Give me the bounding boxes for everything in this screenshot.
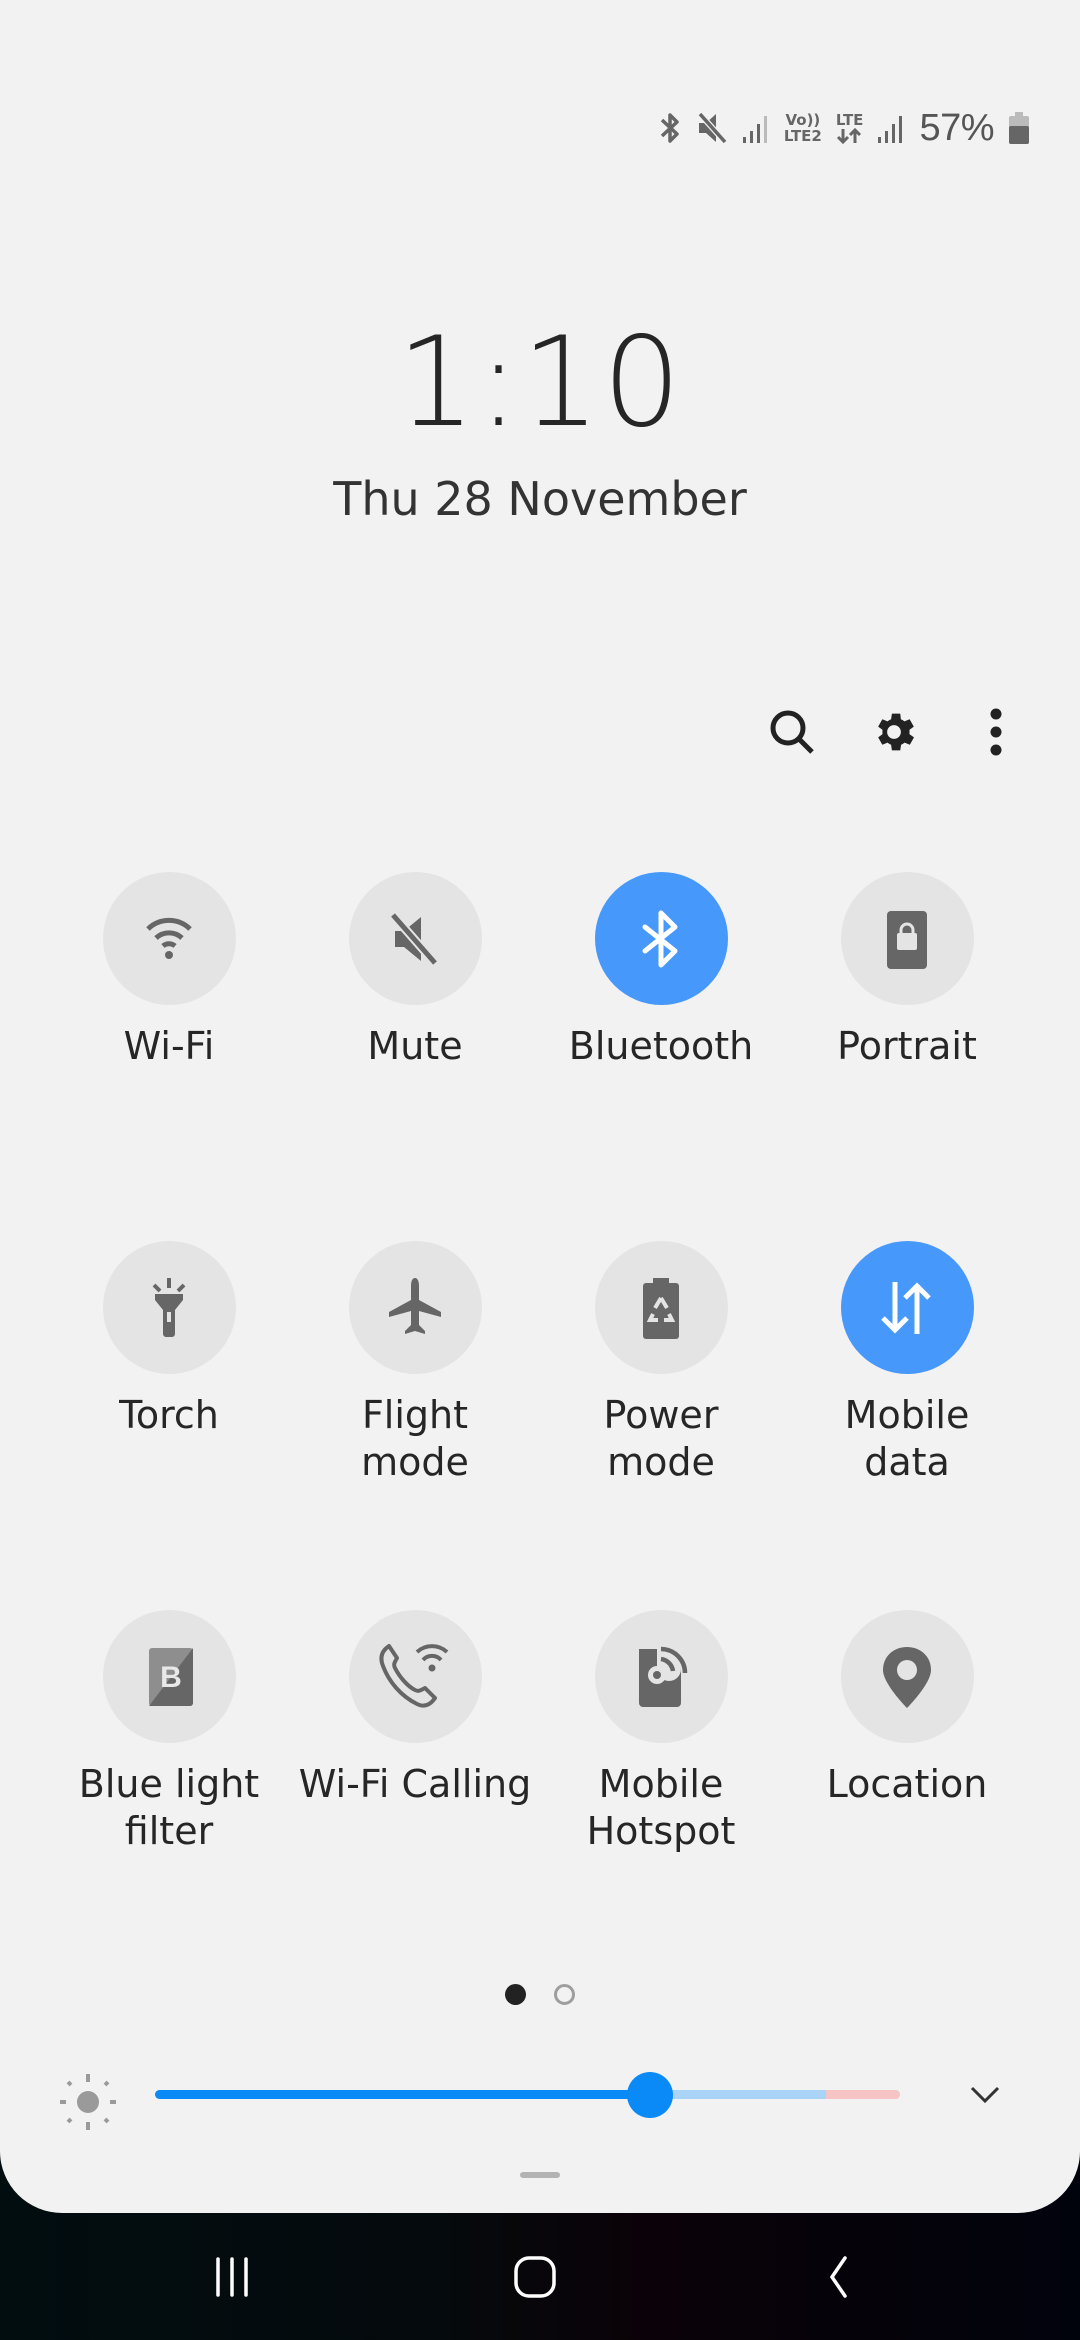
lte-label: LTE (835, 111, 864, 129)
more-options-button[interactable] (964, 700, 1028, 764)
chevron-down-icon (970, 2086, 1000, 2104)
svg-text:B: B (160, 1661, 182, 1694)
torch-icon (139, 1276, 199, 1340)
search-icon (770, 710, 814, 754)
expand-brightness-button[interactable] (960, 2075, 1010, 2115)
tile-label: Portrait (837, 1024, 977, 1068)
tile-label: Mobile Hotspot (586, 1762, 736, 1853)
home-button[interactable] (485, 2237, 585, 2317)
brightness-slider[interactable] (155, 2090, 900, 2099)
tile-toggle-wi-fi-calling[interactable] (348, 1610, 482, 1743)
wifi-icon (139, 909, 199, 969)
recents-icon (216, 2257, 248, 2297)
tile-label: Location (826, 1762, 988, 1806)
tile-toggle-bluetooth[interactable] (594, 872, 728, 1005)
back-button[interactable] (788, 2237, 888, 2317)
tile-flight-mode[interactable]: Flight mode (292, 1241, 538, 1486)
portrait-lock-icon (877, 907, 937, 971)
bluetooth-status-icon (658, 111, 682, 145)
home-icon (514, 2256, 556, 2298)
tile-bluetooth[interactable]: Bluetooth (538, 872, 784, 1070)
brightness-icon (58, 2072, 118, 2137)
navigation-bar (0, 2213, 1080, 2340)
brightness-high-zone (825, 2090, 900, 2099)
tile-mobile-hotspot[interactable]: Mobile Hotspot (538, 1610, 784, 1855)
tile-label: Mute (367, 1024, 463, 1068)
status-bar: Vo)) LTE2 LTE 57% (658, 100, 1030, 156)
clock-date[interactable]: Thu 28 November (0, 472, 1080, 526)
settings-button[interactable] (862, 700, 926, 764)
tile-toggle-flight-mode[interactable] (348, 1241, 482, 1374)
volte-label: Vo)) (785, 111, 821, 129)
tile-location[interactable]: Location (784, 1610, 1030, 1808)
battery-icon (1008, 111, 1030, 145)
brightness-slider-thumb[interactable] (627, 2072, 674, 2118)
brightness-fill (155, 2090, 651, 2099)
quick-settings-panel: Vo)) LTE2 LTE 57% 1:10 Thu 28 November W… (0, 0, 1080, 2213)
tile-mobile-data[interactable]: Mobile data (784, 1241, 1030, 1486)
page-dot-1[interactable] (505, 1984, 526, 2005)
tile-toggle-location[interactable] (840, 1610, 974, 1743)
tile-label: Torch (119, 1393, 219, 1437)
wifi-calling-icon (375, 1642, 455, 1712)
tile-wi-fi-calling[interactable]: Wi-Fi Calling (292, 1610, 538, 1808)
tile-label: Blue light filter (78, 1762, 260, 1853)
back-icon (829, 2256, 847, 2298)
tile-portrait[interactable]: Portrait (784, 872, 1030, 1070)
tile-toggle-wi-fi[interactable] (102, 872, 236, 1005)
airplane-icon (383, 1276, 447, 1340)
tile-toggle-portrait[interactable] (840, 872, 974, 1005)
mute-status-icon (696, 111, 728, 145)
tile-label: Mobile data (844, 1393, 970, 1484)
panel-actions (0, 700, 1080, 760)
panel-drag-handle[interactable] (520, 2172, 560, 2178)
tile-label: Wi-Fi (123, 1024, 215, 1068)
tile-power-mode[interactable]: Power mode (538, 1241, 784, 1486)
tile-label: Power mode (603, 1393, 719, 1484)
page-indicator (0, 1984, 1080, 2006)
hotspot-icon (629, 1645, 693, 1709)
mobile-data-icon (875, 1276, 939, 1340)
blue-light-filter-icon: B (139, 1645, 199, 1709)
recents-button[interactable] (182, 2237, 282, 2317)
lte2-label: LTE2 (783, 127, 822, 145)
tile-toggle-mute[interactable] (348, 872, 482, 1005)
search-button[interactable] (760, 700, 824, 764)
brightness-control (0, 2060, 1080, 2130)
location-icon (877, 1645, 937, 1709)
battery-percent: 57% (919, 106, 994, 149)
tile-label: Wi-Fi Calling (298, 1762, 532, 1806)
settings-icon (878, 713, 914, 751)
tile-wi-fi[interactable]: Wi-Fi (46, 872, 292, 1070)
page-dot-2[interactable] (554, 1984, 575, 2005)
tile-blue-light-filter[interactable]: B Blue light filter (46, 1610, 292, 1855)
tile-toggle-mobile-hotspot[interactable] (594, 1610, 728, 1743)
tile-label: Flight mode (361, 1393, 469, 1484)
bluetooth-icon (631, 907, 691, 971)
signal-strength-1-icon (742, 111, 770, 145)
tile-toggle-torch[interactable] (102, 1241, 236, 1374)
tile-toggle-power-mode[interactable] (594, 1241, 728, 1374)
tile-toggle-mobile-data[interactable] (840, 1241, 974, 1374)
power-mode-icon (631, 1276, 691, 1340)
tile-toggle-blue-light-filter[interactable]: B (102, 1610, 236, 1743)
lte-data-icon: LTE (835, 111, 864, 144)
clock-time[interactable]: 1:10 (0, 318, 1080, 448)
mute-icon (385, 909, 445, 969)
tile-torch[interactable]: Torch (46, 1241, 292, 1439)
signal-strength-2-icon (877, 111, 905, 145)
tile-mute[interactable]: Mute (292, 872, 538, 1070)
more-options-icon (990, 708, 1002, 756)
tile-label: Bluetooth (568, 1024, 754, 1068)
volte-lte2-icon: Vo)) LTE2 (784, 112, 822, 144)
